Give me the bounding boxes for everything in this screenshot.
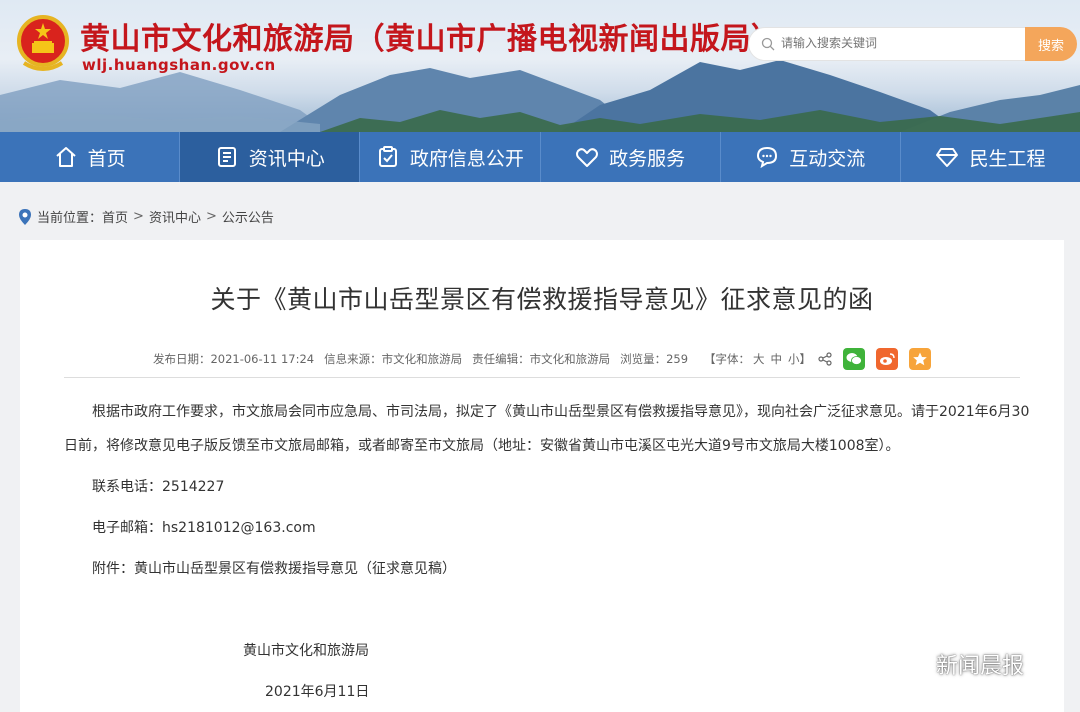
- search-box: [748, 27, 1026, 61]
- breadcrumb-news[interactable]: 资讯中心: [149, 207, 201, 226]
- wechat-share-button[interactable]: [843, 348, 866, 370]
- signature-org: 黄山市文化和旅游局: [243, 643, 369, 659]
- font-large-link[interactable]: 大: [753, 352, 765, 366]
- nav-label: 资讯中心: [248, 147, 325, 170]
- watermark-text: 新闻晨报: [936, 654, 1025, 679]
- article-panel: 关于《黄山市山岳型景区有偿救援指导意见》征求意见的函 发布日期：2021-06-…: [20, 240, 1064, 712]
- publish-date: 发布日期：2021-06-11 17:24: [152, 352, 315, 366]
- font-size-control: 【字体：大中小】: [704, 351, 814, 367]
- nav-label: 政务服务: [609, 147, 686, 170]
- view-count: 浏览量：259: [620, 352, 689, 366]
- favorite-button[interactable]: [909, 348, 932, 370]
- font-medium-link[interactable]: 中: [771, 352, 783, 366]
- site-header: 黄山市文化和旅游局（黄山市广播电视新闻出版局） wlj.huangshan.go…: [0, 0, 1080, 132]
- nav-label: 政府信息公开: [409, 147, 524, 170]
- signature-date: 2021年6月11日: [265, 684, 370, 700]
- attachment-link[interactable]: 附件：黄山市山岳型景区有偿救援指导意见（征求意见稿）: [92, 558, 456, 578]
- article-title: 关于《黄山市山岳型景区有偿救援指导意见》征求意见的函: [210, 285, 874, 314]
- nav-item-home[interactable]: 首页: [0, 132, 181, 182]
- breadcrumb-announcements[interactable]: 公示公告: [222, 207, 274, 226]
- editor: 责任编辑：市文化和旅游局: [472, 352, 611, 366]
- location-pin-icon: [19, 208, 31, 225]
- handshake-heart-icon: [576, 148, 599, 167]
- document-icon: [217, 147, 236, 167]
- nav-item-interaction[interactable]: 互动交流: [721, 132, 901, 182]
- site-title: 黄山市文化和旅游局（黄山市广播电视新闻出版局）: [80, 22, 782, 57]
- nav-label: 民生工程: [969, 147, 1046, 170]
- nav-item-gov-info[interactable]: 政府信息公开: [360, 132, 541, 182]
- article-paragraph: 根据市政府工作要求，市文旅局会同市应急局、市司法局，拟定了《黄山市山岳型景区有偿…: [64, 404, 1030, 454]
- search-input[interactable]: [781, 36, 1011, 50]
- diamond-icon: [936, 148, 959, 167]
- watermark: 新闻晨报: [888, 648, 1024, 680]
- weibo-icon: [880, 353, 895, 365]
- nav-item-gov-service[interactable]: 政务服务: [541, 132, 721, 182]
- breadcrumb-home[interactable]: 首页: [102, 207, 128, 226]
- meta-divider: [64, 377, 1020, 378]
- search-button[interactable]: 搜索: [1025, 27, 1077, 61]
- national-emblem-logo: [17, 15, 69, 71]
- search-icon: [761, 37, 775, 51]
- wechat-icon: [846, 353, 862, 365]
- article-meta: 发布日期：2021-06-11 17:24 信息来源：市文化和旅游局 责任编辑：…: [20, 348, 1064, 370]
- breadcrumb-separator: >: [205, 209, 217, 224]
- clipboard-check-icon: [378, 146, 397, 167]
- nav-item-livelihood[interactable]: 民生工程: [901, 132, 1080, 182]
- font-size-label: 【字体：: [704, 352, 751, 366]
- contact-phone: 联系电话：2514227: [92, 479, 225, 495]
- wechat-watermark-icon: [888, 649, 929, 678]
- star-icon: [913, 352, 927, 366]
- info-source: 信息来源：市文化和旅游局: [324, 352, 463, 366]
- weibo-share-button[interactable]: [876, 348, 899, 370]
- font-small-link[interactable]: 小】: [788, 352, 811, 366]
- contact-email: 电子邮箱：hs2181012@163.com: [92, 520, 316, 536]
- share-icon[interactable]: [818, 352, 832, 366]
- chat-icon: [757, 146, 778, 169]
- nav-item-news[interactable]: 资讯中心: [180, 132, 361, 182]
- breadcrumb-separator: >: [133, 209, 144, 224]
- breadcrumb: 当前位置： 首页 > 资讯中心 > 公示公告: [18, 207, 274, 226]
- main-nav: 首页 资讯中心 政府信息公开 政务服务 互动交流 民生工程: [0, 132, 1080, 182]
- site-url: wlj.huangshan.gov.cn: [82, 56, 276, 74]
- home-icon: [55, 147, 76, 167]
- nav-label: 互动交流: [789, 147, 866, 170]
- nav-label: 首页: [87, 147, 126, 170]
- breadcrumb-prefix: 当前位置：: [37, 211, 103, 226]
